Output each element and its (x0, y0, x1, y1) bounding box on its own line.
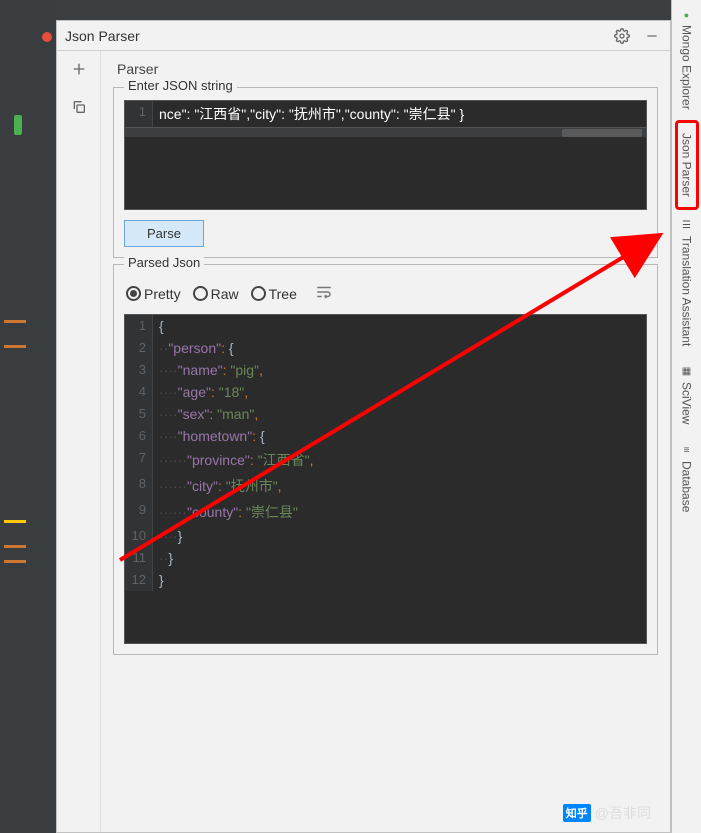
change-mark (4, 545, 26, 548)
horizontal-scrollbar[interactable] (125, 127, 646, 137)
radio-pretty[interactable]: Pretty (126, 286, 181, 302)
watermark-text: @吾非同 (595, 803, 651, 823)
radio-tree-label: Tree (269, 286, 297, 302)
rail-mongo-explorer[interactable]: ●Mongo Explorer (678, 0, 696, 120)
output-line: ··"person": { (153, 337, 646, 359)
view-mode-row: Pretty Raw Tree (124, 277, 647, 314)
radio-tree[interactable]: Tree (251, 286, 297, 302)
json-output-box[interactable]: 1{2··"person": {3····"name": "pig",4····… (124, 314, 647, 644)
change-mark (4, 320, 26, 323)
output-line: ····"age": "18", (153, 381, 646, 403)
right-tool-rail: ●Mongo Explorer Json Parser ☰Translation… (671, 0, 701, 833)
output-line: ······"county": "崇仁县" (153, 499, 646, 525)
add-icon[interactable] (67, 57, 91, 81)
json-parser-panel: Json Parser Parser Enter JSON string (56, 20, 671, 833)
minimize-icon[interactable] (642, 26, 662, 46)
radio-pretty-label: Pretty (144, 286, 181, 302)
copy-icon[interactable] (67, 95, 91, 119)
tool-column (57, 51, 101, 832)
wrap-icon[interactable] (315, 283, 333, 304)
output-line: } (153, 569, 646, 591)
line-number: 4 (125, 381, 153, 403)
output-line: ····} (153, 525, 646, 547)
line-number: 1 (125, 315, 153, 337)
output-line: ····"hometown": { (153, 425, 646, 447)
rail-mongo-label: Mongo Explorer (680, 25, 694, 110)
rail-database[interactable]: ≡Database (678, 435, 696, 522)
line-number: 3 (125, 359, 153, 381)
input-legend: Enter JSON string (124, 78, 237, 93)
gear-icon[interactable] (612, 26, 632, 46)
line-number: 12 (125, 569, 153, 591)
rail-sciview[interactable]: ▦SciView (678, 356, 696, 434)
change-mark (4, 560, 26, 563)
line-number: 10 (125, 525, 153, 547)
rail-database-label: Database (680, 461, 694, 512)
line-number: 7 (125, 447, 153, 473)
rail-json-label: Json Parser (680, 133, 694, 197)
content-column: Parser Enter JSON string 1 nce": "江西省","… (101, 51, 670, 832)
line-number: 5 (125, 403, 153, 425)
run-marker (14, 115, 22, 135)
output-line: ······"city": "抚州市", (153, 473, 646, 499)
json-input-box[interactable]: 1 nce": "江西省","city": "抚州市","county": "崇… (124, 100, 647, 210)
output-line: ····"sex": "man", (153, 403, 646, 425)
parse-button[interactable]: Parse (124, 220, 204, 247)
rail-json-parser[interactable]: Json Parser (675, 120, 699, 210)
editor-left-gutter (0, 0, 56, 833)
line-number: 9 (125, 499, 153, 525)
breakpoint-dot (42, 32, 52, 42)
output-legend: Parsed Json (124, 255, 204, 270)
change-mark (4, 520, 26, 523)
rail-sciview-label: SciView (680, 382, 694, 424)
rail-translation-label: Translation Assistant (680, 236, 694, 346)
line-number: 11 (125, 547, 153, 569)
radio-raw[interactable]: Raw (193, 286, 239, 302)
input-line[interactable]: nce": "江西省","city": "抚州市","county": "崇仁县… (153, 101, 646, 127)
output-line: ··} (153, 547, 646, 569)
output-fieldset: Parsed Json Pretty Raw Tree 1{2··"person… (113, 264, 658, 655)
output-line: { (153, 315, 646, 337)
zhihu-logo: 知乎 (563, 804, 591, 822)
input-fieldset: Enter JSON string 1 nce": "江西省","city": … (113, 87, 658, 258)
radio-raw-label: Raw (211, 286, 239, 302)
rail-translation[interactable]: ☰Translation Assistant (678, 210, 696, 356)
output-line: ····"name": "pig", (153, 359, 646, 381)
change-mark (4, 345, 26, 348)
line-number: 1 (125, 101, 153, 127)
output-line: ······"province": "江西省", (153, 447, 646, 473)
panel-header: Json Parser (57, 21, 670, 51)
watermark: 知乎 @吾非同 (563, 803, 651, 823)
line-number: 8 (125, 473, 153, 499)
panel-title: Json Parser (65, 28, 140, 44)
line-number: 6 (125, 425, 153, 447)
line-number: 2 (125, 337, 153, 359)
